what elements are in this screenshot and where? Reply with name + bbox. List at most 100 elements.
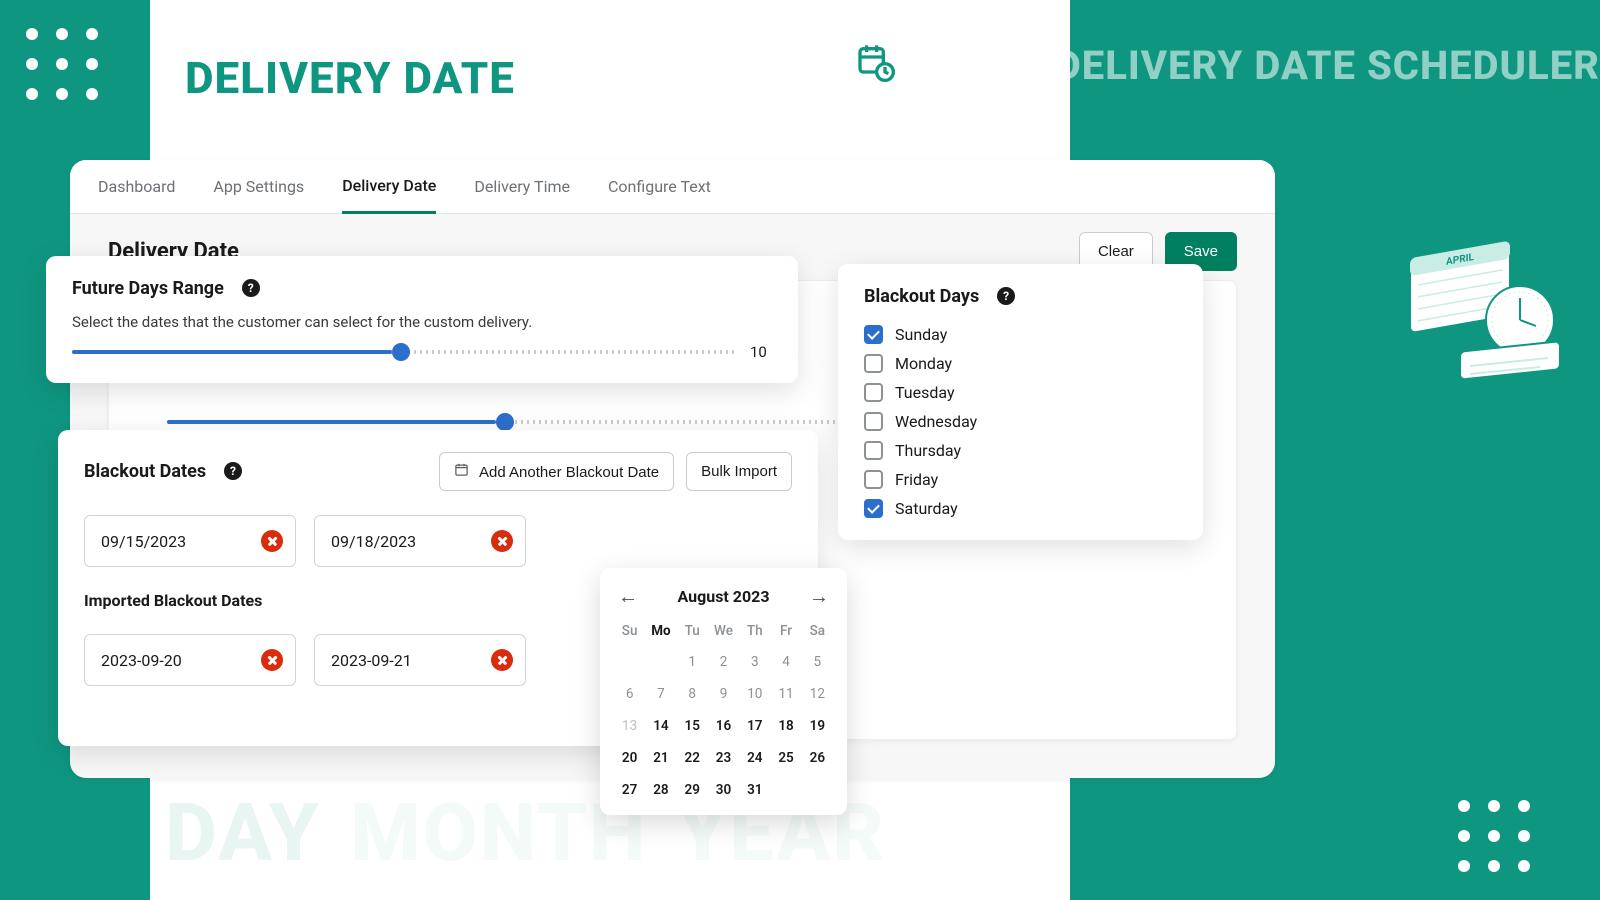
checkbox[interactable] — [864, 441, 883, 460]
checkbox[interactable] — [864, 325, 883, 344]
calendar-day[interactable]: 5 — [802, 649, 833, 675]
tab-dashboard[interactable]: Dashboard — [98, 161, 175, 212]
help-icon[interactable]: ? — [224, 462, 242, 480]
calendar-day[interactable]: 30 — [708, 777, 739, 803]
blackout-date-chip[interactable]: 2023-09-20 — [84, 634, 296, 686]
remove-icon[interactable] — [261, 530, 283, 552]
calendar-title: August 2023 — [677, 587, 769, 606]
calendar-day[interactable]: 26 — [802, 745, 833, 771]
day-label: Sunday — [895, 325, 947, 344]
add-blackout-date-button[interactable]: Add Another Blackout Date — [439, 452, 674, 491]
calendar-dow: Th — [739, 619, 770, 643]
tab-bar: Dashboard App Settings Delivery Date Delive… — [70, 160, 1275, 214]
bulk-import-button[interactable]: Bulk Import — [686, 452, 792, 491]
calendar-day[interactable]: 23 — [708, 745, 739, 771]
calendar-day[interactable]: 24 — [739, 745, 770, 771]
future-days-desc: Select the dates that the customer can s… — [72, 313, 772, 331]
calendar-icon — [454, 464, 473, 481]
decor-dots-br — [1458, 800, 1530, 872]
calendar-day[interactable]: 1 — [677, 649, 708, 675]
day-row-monday: Monday — [864, 354, 1177, 373]
remove-icon[interactable] — [261, 649, 283, 671]
blackout-date-value: 09/15/2023 — [101, 532, 186, 551]
day-row-tuesday: Tuesday — [864, 383, 1177, 402]
calendar-day[interactable]: 18 — [770, 713, 801, 739]
tab-configure-text[interactable]: Configure Text — [608, 161, 711, 212]
remove-icon[interactable] — [491, 649, 513, 671]
calendar-day[interactable]: 3 — [739, 649, 770, 675]
calendar-day[interactable]: 13 — [614, 713, 645, 739]
calendar-day[interactable]: 14 — [645, 713, 676, 739]
calendar-day[interactable]: 27 — [614, 777, 645, 803]
checkbox[interactable] — [864, 383, 883, 402]
calendar-day[interactable]: 4 — [770, 649, 801, 675]
tab-delivery-date[interactable]: Delivery Date — [342, 160, 436, 214]
calendar-day[interactable]: 6 — [614, 681, 645, 707]
tab-delivery-time[interactable]: Delivery Time — [474, 161, 570, 212]
add-blackout-label: Add Another Blackout Date — [479, 464, 659, 481]
brand-title: EM DELIVERY DATE SCHEDULER — [984, 42, 1600, 89]
blackout-date-chip[interactable]: 09/15/2023 — [84, 515, 296, 567]
day-label: Saturday — [895, 499, 958, 518]
day-row-wednesday: Wednesday — [864, 412, 1177, 431]
decor-dots-tl — [26, 28, 98, 100]
day-row-sunday: Sunday — [864, 325, 1177, 344]
blackout-date-chip[interactable]: 2023-09-21 — [314, 634, 526, 686]
blackout-days-title: Blackout Days — [864, 286, 979, 307]
future-days-title: Future Days Range — [72, 278, 224, 299]
blackout-date-value: 2023-09-20 — [101, 651, 182, 670]
calendar-day[interactable]: 8 — [677, 681, 708, 707]
calendar-dow: Tu — [677, 619, 708, 643]
remove-icon[interactable] — [491, 530, 513, 552]
calendar-day[interactable]: 10 — [739, 681, 770, 707]
future-days-slider[interactable] — [72, 350, 738, 354]
blackout-dates-title: Blackout Dates — [84, 461, 206, 482]
calendar-day[interactable]: 2 — [708, 649, 739, 675]
blackout-days-card: Blackout Days ? Sunday Monday Tuesday Wedne… — [838, 264, 1203, 540]
calendar-day[interactable]: 20 — [614, 745, 645, 771]
future-days-value: 10 — [750, 343, 772, 361]
day-label: Monday — [895, 354, 952, 373]
day-label: Friday — [895, 470, 938, 489]
calendar-dow: We — [708, 619, 739, 643]
checkbox[interactable] — [864, 499, 883, 518]
blackout-date-value: 2023-09-21 — [331, 651, 412, 670]
calendar-next-icon[interactable]: → — [805, 584, 833, 609]
blackout-date-value: 09/18/2023 — [331, 532, 416, 551]
slider-track-bg[interactable] — [167, 420, 853, 424]
calendar-dow: Su — [614, 619, 645, 643]
calendar-day[interactable]: 17 — [739, 713, 770, 739]
day-row-friday: Friday — [864, 470, 1177, 489]
help-icon[interactable]: ? — [997, 287, 1015, 305]
calendar-dow: Sa — [802, 619, 833, 643]
calendar-day[interactable]: 31 — [739, 777, 770, 803]
checkbox[interactable] — [864, 412, 883, 431]
calendar-day[interactable]: 9 — [708, 681, 739, 707]
blackout-date-chip[interactable]: 09/18/2023 — [314, 515, 526, 567]
day-row-saturday: Saturday — [864, 499, 1177, 518]
day-label: Thursday — [895, 441, 961, 460]
calendar-dow: Fr — [770, 619, 801, 643]
calendar-day[interactable]: 11 — [770, 681, 801, 707]
calendar-clock-illustration: APRIL — [1400, 230, 1570, 400]
calendar-day[interactable]: 15 — [677, 713, 708, 739]
calendar-day[interactable]: 12 — [802, 681, 833, 707]
future-days-card: Future Days Range ? Select the dates tha… — [46, 256, 798, 383]
checkbox[interactable] — [864, 354, 883, 373]
calendar-day[interactable]: 22 — [677, 745, 708, 771]
tab-app-settings[interactable]: App Settings — [213, 161, 304, 212]
calendar-popover: ← August 2023 → SuMoTuWeThFrSa 123456789… — [600, 568, 847, 815]
help-icon[interactable]: ? — [242, 279, 260, 297]
calendar-dow: Mo — [645, 619, 676, 643]
calendar-day[interactable]: 21 — [645, 745, 676, 771]
day-row-thursday: Thursday — [864, 441, 1177, 460]
calendar-day[interactable]: 16 — [708, 713, 739, 739]
day-label: Wednesday — [895, 412, 977, 431]
calendar-day[interactable]: 25 — [770, 745, 801, 771]
calendar-day[interactable]: 28 — [645, 777, 676, 803]
checkbox[interactable] — [864, 470, 883, 489]
calendar-day[interactable]: 29 — [677, 777, 708, 803]
calendar-prev-icon[interactable]: ← — [614, 584, 642, 609]
calendar-day[interactable]: 19 — [802, 713, 833, 739]
calendar-day[interactable]: 7 — [645, 681, 676, 707]
